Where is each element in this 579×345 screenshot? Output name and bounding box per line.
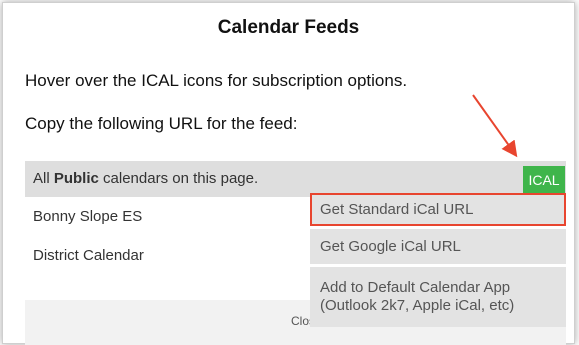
copy-instruction: Copy the following URL for the feed: <box>25 114 298 133</box>
hover-instruction: Hover over the ICAL icons for subscripti… <box>25 71 408 90</box>
dialog-title: Calendar Feeds <box>217 17 360 38</box>
feed-row-label: District Calendar <box>33 247 144 264</box>
feed-row-public-label: All Public calendars on this page. <box>33 170 259 187</box>
feed-row-public: All Public calendars on this page. ICAL <box>25 161 566 197</box>
get-google-ical-url-item[interactable]: Get Google iCal URL <box>310 229 566 264</box>
ical-options-menu: Get Standard iCal URL Get Google iCal UR… <box>310 193 566 330</box>
add-to-default-calendar-item[interactable]: Add to Default Calendar App (Outlook 2k7… <box>310 267 566 327</box>
get-standard-ical-url-item[interactable]: Get Standard iCal URL <box>310 193 566 226</box>
ical-button[interactable]: ICAL <box>523 166 565 193</box>
feed-row-label: Bonny Slope ES <box>33 208 143 225</box>
